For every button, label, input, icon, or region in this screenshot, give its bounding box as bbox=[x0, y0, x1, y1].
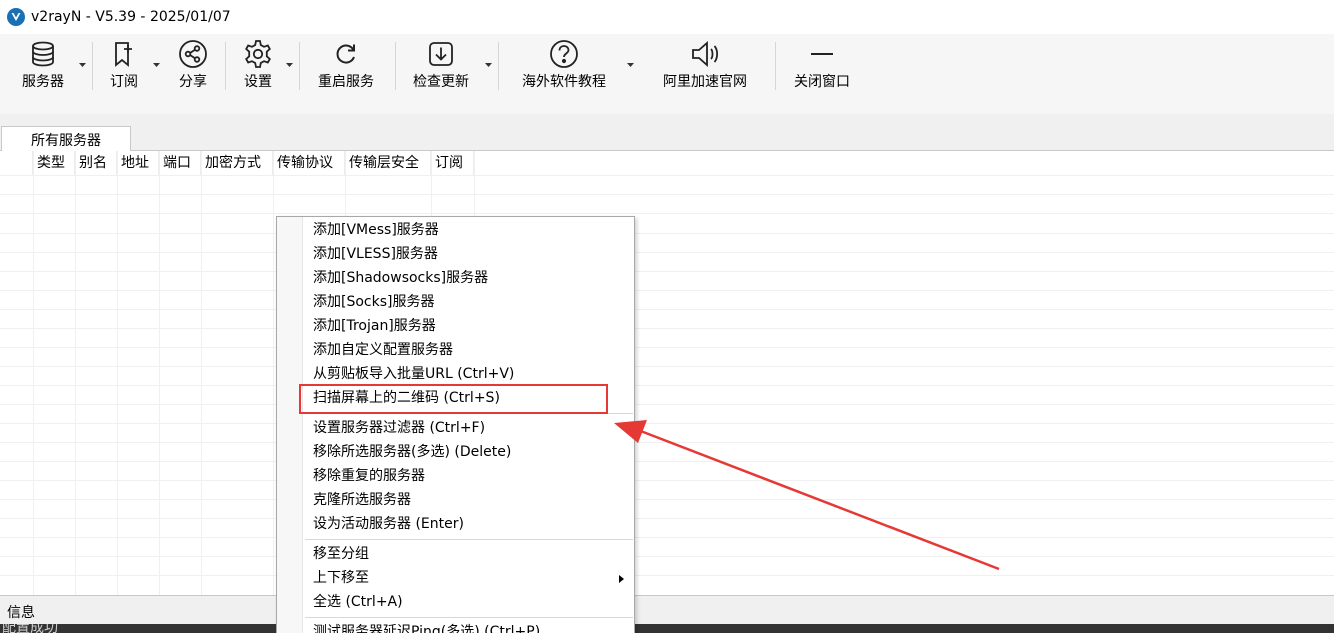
refresh-icon bbox=[329, 38, 363, 70]
aliyun-site-label: 阿里加速官网 bbox=[663, 74, 747, 90]
gear-icon bbox=[241, 38, 275, 70]
bookmark-add-icon bbox=[107, 38, 141, 70]
context-menu: 添加[VMess]服务器 添加[VLESS]服务器 添加[Shadowsocks… bbox=[276, 216, 635, 633]
toolbar-separator bbox=[225, 42, 226, 90]
v2rayn-logo-icon bbox=[7, 8, 25, 26]
restart-service-button[interactable]: 重启服务 bbox=[312, 38, 380, 94]
menu-item-add-vless[interactable]: 添加[VLESS]服务器 bbox=[313, 242, 438, 266]
aliyun-site-button[interactable]: 阿里加速官网 bbox=[655, 38, 755, 94]
menu-item-add-socks[interactable]: 添加[Socks]服务器 bbox=[313, 290, 434, 314]
annotation-highlight-box bbox=[299, 384, 608, 414]
menu-item-add-trojan[interactable]: 添加[Trojan]服务器 bbox=[313, 314, 436, 338]
check-update-label: 检查更新 bbox=[413, 74, 469, 90]
menu-item-move-up-down[interactable]: 上下移至 bbox=[313, 566, 369, 590]
settings-button[interactable]: 设置 bbox=[238, 38, 278, 94]
column-header-transport[interactable]: 传输协议 bbox=[273, 151, 345, 175]
grid-col-line bbox=[33, 151, 34, 595]
grid-col-line bbox=[201, 151, 202, 595]
servers-button[interactable]: 服务器 bbox=[17, 38, 69, 94]
info-bar: 信息 bbox=[0, 595, 1334, 625]
grid-col-line bbox=[159, 151, 160, 595]
update-dropdown-arrow-icon[interactable] bbox=[485, 63, 492, 67]
tutorial-dropdown-arrow-icon[interactable] bbox=[627, 63, 634, 67]
menu-item-remove-selected[interactable]: 移除所选服务器(多选) (Delete) bbox=[313, 440, 511, 464]
grid-col-line bbox=[273, 151, 274, 595]
toolbar: 服务器 订阅 分享 设置 重启服务 检查更新 海外软件教程 阿里加速官网 关闭窗… bbox=[0, 34, 1334, 114]
log-console: 配置成功 bbox=[0, 624, 1334, 633]
grid-header: 类型 别名 地址 端口 加密方式 传输协议 传输层安全 订阅 bbox=[0, 151, 474, 175]
tutorial-label: 海外软件教程 bbox=[522, 74, 606, 90]
column-header-marker[interactable] bbox=[0, 151, 33, 175]
restart-service-label: 重启服务 bbox=[318, 74, 374, 90]
download-icon bbox=[424, 38, 458, 70]
subscribe-dropdown-arrow-icon[interactable] bbox=[153, 63, 160, 67]
tutorial-button[interactable]: 海外软件教程 bbox=[514, 38, 614, 94]
menu-item-move-to-group[interactable]: 移至分组 bbox=[313, 542, 369, 566]
menu-item-add-shadowsocks[interactable]: 添加[Shadowsocks]服务器 bbox=[313, 266, 488, 290]
minus-icon bbox=[805, 38, 839, 70]
toolbar-separator bbox=[775, 42, 776, 90]
column-header-alias[interactable]: 别名 bbox=[75, 151, 117, 175]
subscribe-label: 订阅 bbox=[110, 74, 138, 90]
share-icon bbox=[176, 38, 210, 70]
menu-item-import-clipboard[interactable]: 从剪贴板导入批量URL (Ctrl+V) bbox=[313, 362, 514, 386]
tab-strip: 所有服务器 bbox=[0, 114, 1334, 152]
column-header-port[interactable]: 端口 bbox=[159, 151, 201, 175]
servers-dropdown-arrow-icon[interactable] bbox=[79, 63, 86, 67]
column-header-type[interactable]: 类型 bbox=[33, 151, 75, 175]
toolbar-separator bbox=[92, 42, 93, 90]
menu-item-add-vmess[interactable]: 添加[VMess]服务器 bbox=[313, 218, 439, 242]
close-window-label: 关闭窗口 bbox=[794, 74, 850, 90]
server-list-grid[interactable]: 类型 别名 地址 端口 加密方式 传输协议 传输层安全 订阅 bbox=[0, 151, 1334, 595]
settings-label: 设置 bbox=[244, 74, 272, 90]
submenu-arrow-icon bbox=[619, 575, 624, 583]
tab-all-servers[interactable]: 所有服务器 bbox=[1, 126, 131, 152]
subscribe-button[interactable]: 订阅 bbox=[104, 38, 144, 94]
close-window-button[interactable]: 关闭窗口 bbox=[788, 38, 856, 94]
toolbar-separator bbox=[395, 42, 396, 90]
menu-item-test-ping[interactable]: 测试服务器延迟Ping(多选) (Ctrl+P) bbox=[313, 620, 540, 633]
menu-separator bbox=[305, 539, 633, 540]
context-menu-gutter bbox=[277, 217, 303, 633]
log-text: 配置成功 bbox=[2, 624, 58, 633]
column-header-subscription[interactable]: 订阅 bbox=[431, 151, 474, 175]
check-update-button[interactable]: 检查更新 bbox=[407, 38, 475, 94]
column-header-address[interactable]: 地址 bbox=[117, 151, 159, 175]
menu-separator bbox=[305, 617, 633, 618]
info-label: 信息 bbox=[7, 605, 35, 621]
menu-item-select-all[interactable]: 全选 (Ctrl+A) bbox=[313, 590, 403, 614]
column-header-encryption[interactable]: 加密方式 bbox=[201, 151, 273, 175]
menu-item-add-custom[interactable]: 添加自定义配置服务器 bbox=[313, 338, 453, 362]
grid-col-line bbox=[75, 151, 76, 595]
grid-col-line bbox=[117, 151, 118, 595]
menu-item-clone-selected[interactable]: 克隆所选服务器 bbox=[313, 488, 411, 512]
database-icon bbox=[26, 38, 60, 70]
help-icon bbox=[547, 38, 581, 70]
menu-item-set-active[interactable]: 设为活动服务器 (Enter) bbox=[313, 512, 464, 536]
menu-item-remove-duplicate[interactable]: 移除重复的服务器 bbox=[313, 464, 425, 488]
settings-dropdown-arrow-icon[interactable] bbox=[286, 63, 293, 67]
title-bar: v2rayN - V5.39 - 2025/01/07 bbox=[0, 0, 1334, 34]
share-label: 分享 bbox=[179, 74, 207, 90]
servers-label: 服务器 bbox=[22, 74, 64, 90]
share-button[interactable]: 分享 bbox=[173, 38, 213, 94]
toolbar-separator bbox=[299, 42, 300, 90]
window-title: v2rayN - V5.39 - 2025/01/07 bbox=[31, 9, 231, 25]
menu-item-server-filter[interactable]: 设置服务器过滤器 (Ctrl+F) bbox=[313, 416, 485, 440]
tab-all-servers-label: 所有服务器 bbox=[31, 132, 101, 149]
toolbar-separator bbox=[498, 42, 499, 90]
speaker-icon bbox=[688, 38, 722, 70]
column-header-tls[interactable]: 传输层安全 bbox=[345, 151, 431, 175]
